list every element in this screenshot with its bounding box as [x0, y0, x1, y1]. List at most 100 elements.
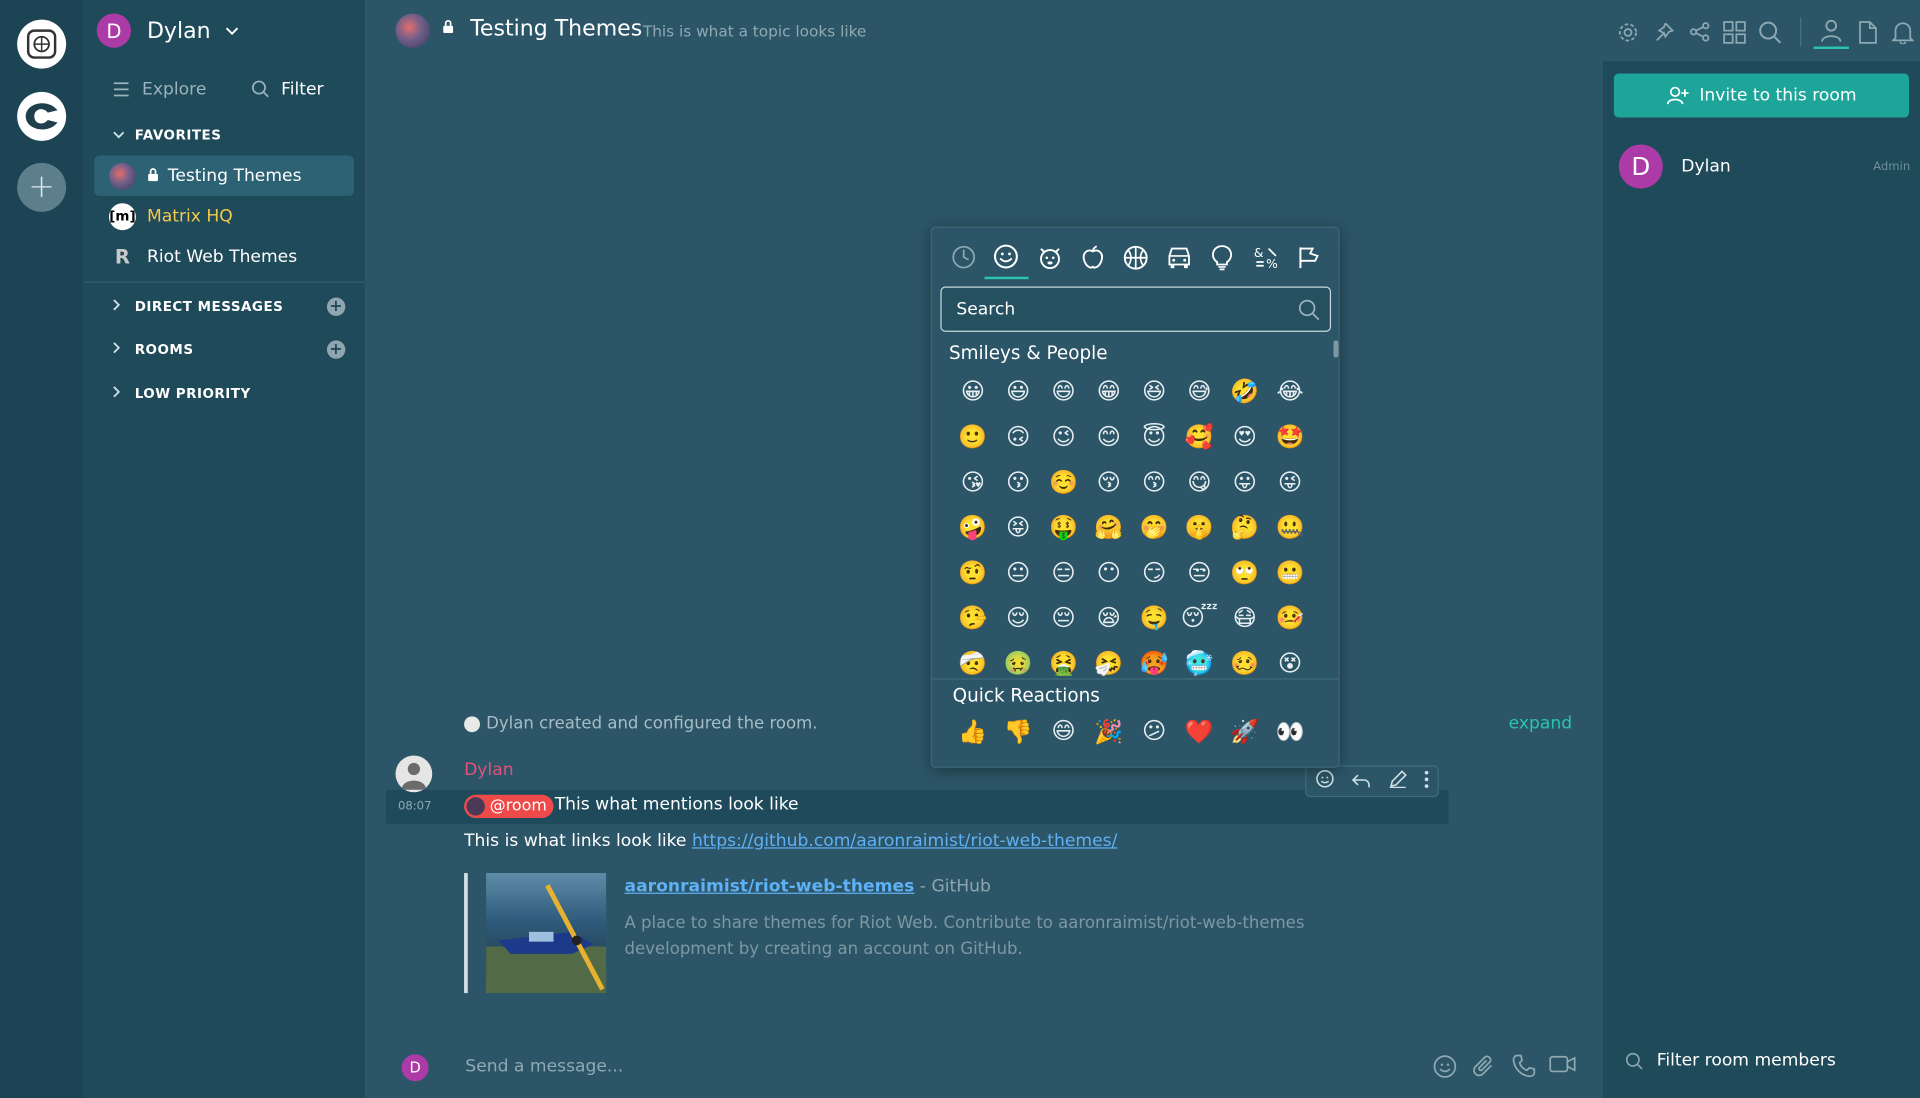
preview-title-link[interactable]: aaronraimist/riot-web-themes — [624, 877, 914, 897]
emoji-button[interactable]: 😙 — [1131, 468, 1176, 495]
symbols-icon[interactable]: &% — [1244, 235, 1287, 279]
emoji-button[interactable]: 😝 — [996, 514, 1041, 541]
share-icon[interactable] — [1681, 16, 1717, 48]
emoji-button[interactable]: 🤤 — [1131, 604, 1176, 632]
favorites-header[interactable]: FAVORITES — [83, 122, 365, 146]
member-item[interactable]: D Dylan Admin — [1618, 144, 1910, 189]
apps-grid-icon[interactable] — [1717, 16, 1753, 48]
emoji-button[interactable]: 🤐 — [1267, 513, 1312, 541]
emoji-button[interactable]: 😵 — [1267, 650, 1312, 677]
emoji-button[interactable]: ☺️ — [1041, 468, 1086, 496]
room-title[interactable]: Testing Themes — [470, 16, 642, 42]
travel-icon[interactable] — [1158, 235, 1201, 279]
quick-reaction-button[interactable]: 🚀 — [1222, 718, 1267, 746]
emoji-icon[interactable] — [1425, 1054, 1464, 1078]
emoji-button[interactable]: 😇 — [1131, 423, 1176, 450]
sender-avatar[interactable] — [395, 755, 433, 793]
emoji-button[interactable]: 😉 — [1041, 423, 1086, 450]
emoji-button[interactable]: 😂 — [1267, 378, 1312, 405]
emoji-button[interactable]: 😅 — [1177, 378, 1222, 405]
invite-button[interactable]: Invite to this room — [1613, 73, 1909, 118]
emoji-button[interactable]: 🤪 — [950, 513, 995, 541]
room-avatar[interactable] — [395, 13, 430, 48]
food-icon[interactable] — [1071, 235, 1114, 279]
emoji-button[interactable]: 😌 — [996, 604, 1041, 631]
search-icon[interactable] — [1752, 16, 1788, 48]
quick-reaction-button[interactable]: 👍 — [950, 718, 995, 746]
emoji-button[interactable]: 🤣 — [1222, 377, 1267, 405]
explore-button[interactable]: Explore — [113, 79, 206, 99]
emoji-button[interactable]: 🙃 — [996, 423, 1041, 450]
room-item-matrix-hq[interactable]: [m] Matrix HQ — [94, 196, 354, 236]
activity-icon[interactable] — [1115, 235, 1158, 279]
quick-reaction-button[interactable]: ❤️ — [1177, 718, 1222, 746]
settings-gear-icon[interactable] — [1610, 16, 1646, 48]
preview-image[interactable] — [486, 873, 607, 994]
flags-icon[interactable] — [1287, 235, 1330, 279]
create-group-icon[interactable]: + — [17, 162, 67, 212]
emoji-button[interactable]: 😃 — [996, 378, 1041, 405]
expand-link[interactable]: expand — [1509, 714, 1573, 734]
emoji-button[interactable]: 😜 — [1267, 468, 1312, 495]
emoji-button[interactable]: 😑 — [1041, 559, 1086, 586]
quick-reaction-button[interactable]: 😕 — [1131, 718, 1176, 746]
emoji-button[interactable]: 🙄 — [1222, 558, 1267, 587]
emoji-button[interactable]: 😘 — [950, 468, 995, 495]
quick-reaction-button[interactable]: 😄 — [1041, 718, 1086, 746]
emoji-button[interactable]: 🤫 — [1177, 513, 1222, 541]
emoji-button[interactable]: 😀 — [950, 378, 995, 405]
recent-icon[interactable] — [942, 235, 985, 279]
emoji-button[interactable]: 😴 — [1177, 604, 1222, 631]
emoji-button[interactable]: 😚 — [1086, 468, 1131, 495]
emoji-button[interactable]: 😶 — [1086, 559, 1131, 586]
filter-rooms-input[interactable]: Filter — [250, 79, 324, 99]
emoji-button[interactable]: 🥴 — [1222, 649, 1267, 677]
emoji-button[interactable]: 😷 — [1222, 604, 1267, 631]
objects-icon[interactable] — [1201, 235, 1244, 279]
animal-icon[interactable] — [1028, 235, 1071, 279]
message-link[interactable]: https://github.com/aaronraimist/riot-web… — [692, 831, 1117, 851]
sender-name[interactable]: Dylan — [464, 760, 513, 780]
emoji-button[interactable]: 🤮 — [1041, 649, 1086, 677]
emoji-button[interactable]: 🤧 — [1086, 649, 1131, 677]
members-icon[interactable] — [1813, 15, 1849, 49]
emoji-button[interactable]: 🤩 — [1267, 422, 1312, 451]
emoji-button[interactable]: 🤑 — [1041, 513, 1086, 541]
riot-community-icon[interactable] — [17, 91, 67, 141]
emoji-button[interactable]: 😗 — [996, 468, 1041, 495]
emoji-button[interactable]: 😪 — [1086, 604, 1131, 631]
message-input[interactable]: Send a message... — [465, 1057, 623, 1077]
emoji-button[interactable]: 🙂 — [950, 422, 995, 451]
emoji-button[interactable]: 🤢 — [996, 649, 1041, 677]
attachment-icon[interactable] — [1465, 1054, 1504, 1078]
emoji-button[interactable]: 🥵 — [1131, 649, 1176, 677]
emoji-button[interactable]: 🤒 — [1267, 604, 1312, 632]
emoji-button[interactable]: 😐 — [996, 559, 1041, 586]
emoji-button[interactable]: 😔 — [1041, 604, 1086, 631]
emoji-button[interactable]: 🤗 — [1086, 513, 1131, 541]
edit-icon[interactable] — [1388, 769, 1407, 793]
filter-members-input[interactable]: Filter room members — [1625, 1051, 1836, 1070]
emoji-button[interactable]: 🤥 — [950, 604, 995, 632]
add-dm-icon[interactable]: + — [326, 296, 346, 316]
emoji-button[interactable]: 😛 — [1222, 468, 1267, 495]
quick-reaction-button[interactable]: 👀 — [1267, 718, 1312, 746]
user-menu[interactable]: D Dylan — [83, 0, 365, 61]
quick-reaction-button[interactable]: 👎 — [996, 718, 1041, 746]
add-room-icon[interactable]: + — [326, 339, 346, 359]
low-priority-header[interactable]: LOW PRIORITY — [83, 381, 365, 405]
emoji-button[interactable]: 😏 — [1131, 559, 1176, 586]
direct-messages-header[interactable]: DIRECT MESSAGES + — [83, 294, 365, 318]
files-icon[interactable] — [1849, 16, 1885, 48]
emoji-button[interactable]: 😍 — [1222, 423, 1267, 450]
emoji-button[interactable]: 😋 — [1177, 468, 1222, 495]
emoji-button[interactable]: 🤕 — [950, 649, 995, 677]
smiley-icon[interactable] — [984, 235, 1029, 280]
emoji-button[interactable]: 😒 — [1177, 559, 1222, 586]
room-item-testing-themes[interactable]: Testing Themes — [94, 155, 354, 196]
emoji-button[interactable]: 🤭 — [1131, 513, 1176, 541]
emoji-button[interactable]: 🤔 — [1222, 513, 1267, 541]
emoji-button[interactable]: 😁 — [1086, 378, 1131, 405]
emoji-button[interactable]: 😄 — [1041, 378, 1086, 405]
room-mention-pill[interactable]: @room — [464, 794, 554, 818]
